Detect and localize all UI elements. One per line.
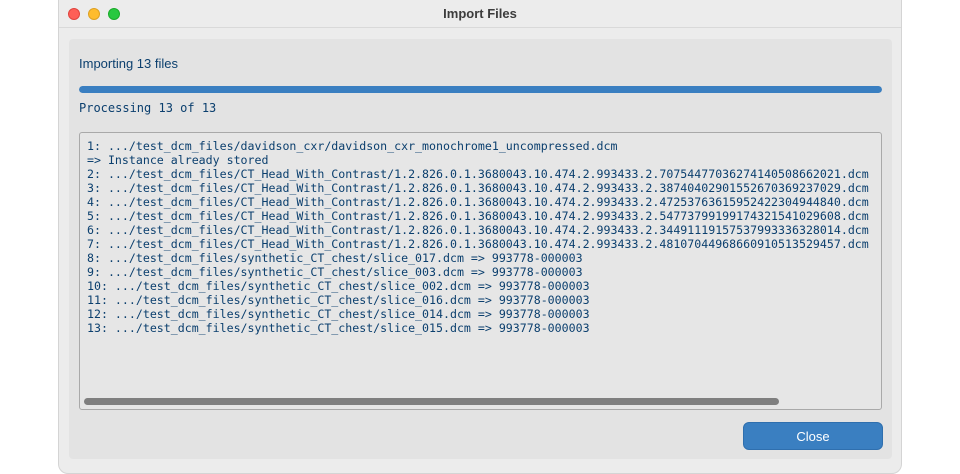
window-title: Import Files (443, 6, 517, 21)
log-line: 4: .../test_dcm_files/CT_Head_With_Contr… (87, 195, 869, 209)
log-line: 5: .../test_dcm_files/CT_Head_With_Contr… (87, 209, 869, 223)
progress-bar-fill (79, 86, 882, 93)
horizontal-scrollbar-thumb[interactable] (84, 398, 779, 405)
log-line: 7: .../test_dcm_files/CT_Head_With_Contr… (87, 237, 869, 251)
log-line: 3: .../test_dcm_files/CT_Head_With_Contr… (87, 181, 869, 195)
processing-count-label: Processing 13 of 13 (79, 101, 217, 115)
log-line: 9: .../test_dcm_files/synthetic_CT_chest… (87, 265, 583, 279)
log-line: 13: .../test_dcm_files/synthetic_CT_ches… (87, 321, 590, 335)
content-panel: Importing 13 files Processing 13 of 13 1… (69, 39, 892, 459)
import-files-dialog: Import Files Importing 13 files Processi… (58, 0, 902, 474)
import-status-label: Importing 13 files (79, 56, 178, 71)
import-log[interactable]: 1: .../test_dcm_files/davidson_cxr/david… (79, 132, 882, 410)
close-button[interactable]: Close (743, 422, 883, 450)
title-bar: Import Files (59, 0, 901, 28)
log-line: 10: .../test_dcm_files/synthetic_CT_ches… (87, 279, 590, 293)
horizontal-scrollbar[interactable] (84, 398, 877, 405)
log-list: 1: .../test_dcm_files/davidson_cxr/david… (87, 139, 871, 335)
log-line: 12: .../test_dcm_files/synthetic_CT_ches… (87, 307, 590, 321)
log-line: 8: .../test_dcm_files/synthetic_CT_chest… (87, 251, 583, 265)
log-line: 1: .../test_dcm_files/davidson_cxr/david… (87, 139, 618, 153)
log-line: 6: .../test_dcm_files/CT_Head_With_Contr… (87, 223, 869, 237)
log-line: 2: .../test_dcm_files/CT_Head_With_Contr… (87, 167, 869, 181)
progress-bar (79, 86, 882, 93)
log-line: => Instance already stored (87, 153, 269, 167)
log-line: 11: .../test_dcm_files/synthetic_CT_ches… (87, 293, 590, 307)
